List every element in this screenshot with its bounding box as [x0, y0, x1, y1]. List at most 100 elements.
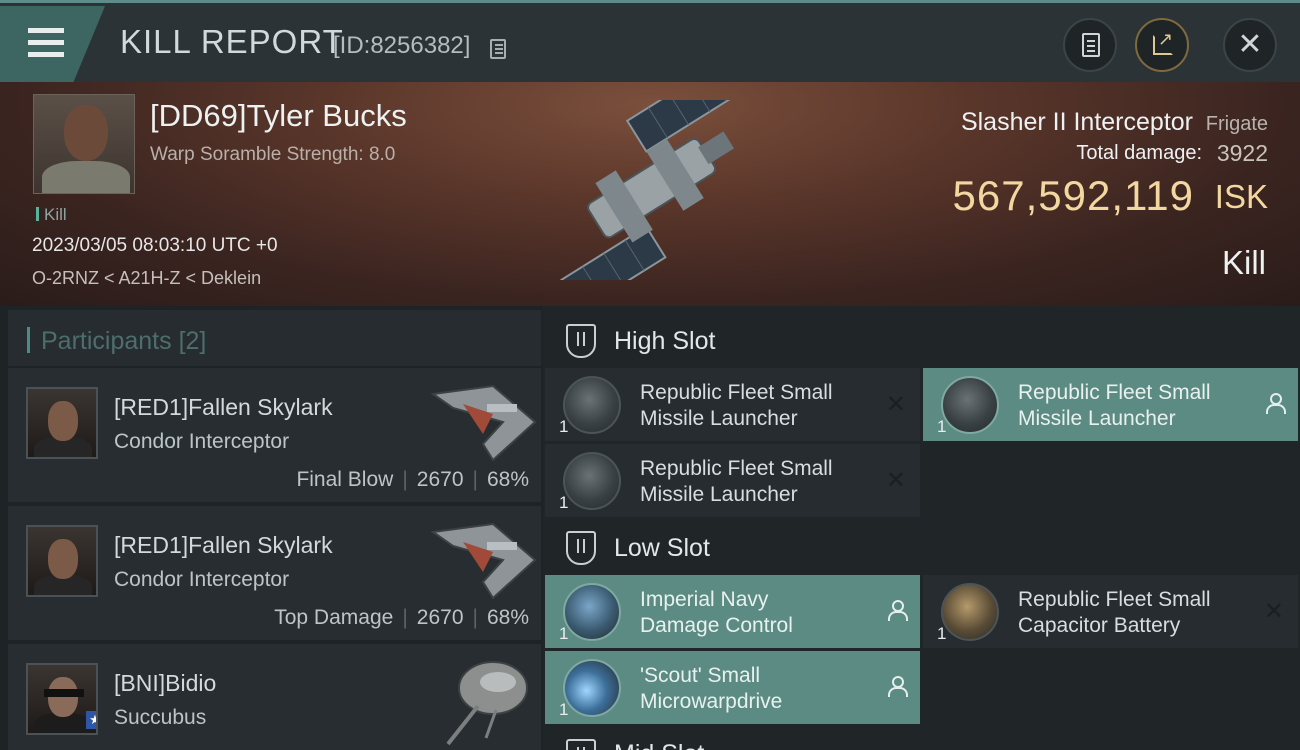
module-item[interactable]: 1 Republic Fleet Small Missile Launcher …	[545, 368, 920, 441]
star-badge-icon: ★	[86, 711, 96, 729]
module-name-line2: Missile Launcher	[640, 407, 798, 430]
participant-percent: 68%	[486, 468, 529, 491]
victim-ship-image[interactable]	[520, 100, 780, 280]
result-label: Kill	[1221, 244, 1266, 281]
participant-name[interactable]: [RED1]Fallen Skylark	[114, 532, 333, 559]
module-name-line1: 'Scout' Small	[640, 664, 761, 687]
module-item[interactable]: 1 Republic Fleet Small Missile Launcher …	[545, 444, 920, 517]
dropped-icon	[1266, 393, 1286, 414]
module-item[interactable]: 1 Republic Fleet Small Missile Launcher	[923, 368, 1298, 441]
missile-launcher-icon	[563, 452, 621, 510]
missile-launcher-icon	[563, 376, 621, 434]
portrait-shoulders	[42, 161, 130, 193]
module-name: 'Scout' Small Microwarpdrive	[640, 663, 870, 715]
avatar-face	[48, 401, 78, 441]
module-name-line2: Missile Launcher	[640, 483, 798, 506]
participant-role: Final Blow	[296, 468, 394, 491]
avatar-face	[48, 677, 78, 717]
participant-ship-image	[446, 661, 528, 746]
victim-portrait[interactable]	[33, 94, 135, 194]
module-qty: 1	[559, 700, 569, 719]
module-name: Republic Fleet Small Capacitor Battery	[1018, 587, 1248, 639]
participants-title-text: Participants	[41, 327, 172, 355]
page-title: KILL REPORT	[120, 23, 344, 60]
participant-ship-image	[430, 522, 537, 600]
module-name-line1: Republic Fleet Small	[1018, 588, 1211, 611]
module-item[interactable]: 1 Republic Fleet Small Capacitor Battery…	[923, 575, 1298, 648]
high-slot-icon	[566, 324, 596, 358]
close-icon: ✕	[1237, 28, 1263, 61]
participant-card[interactable]: [RED1]Fallen Skylark Condor Interceptor …	[8, 368, 541, 502]
close-button[interactable]: ✕	[1223, 18, 1277, 72]
avatar-face	[48, 539, 78, 579]
participant-damage: 2670	[416, 468, 464, 491]
mid-slot-label: Mid Slot	[614, 740, 704, 750]
module-name-line1: Republic Fleet Small	[640, 457, 833, 480]
victim-ship-name[interactable]: Slasher II Interceptor	[961, 108, 1193, 137]
destroyed-icon: ✕	[885, 391, 906, 418]
participants-title: Participants [2]	[26, 327, 207, 356]
stat-separator: |	[472, 468, 478, 491]
missile-launcher-icon	[941, 376, 999, 434]
participant-card[interactable]: [RED1]Fallen Skylark Condor Interceptor …	[8, 506, 541, 640]
high-slot-header: High Slot	[560, 320, 860, 360]
avatar[interactable]	[26, 387, 98, 459]
participants-count: [2]	[178, 327, 207, 355]
module-item[interactable]: 1 Imperial Navy Damage Control	[545, 575, 920, 648]
module-name: Republic Fleet Small Missile Launcher	[640, 456, 870, 508]
damage-control-icon	[563, 583, 621, 641]
dropped-icon	[888, 600, 908, 621]
clipboard-button[interactable]	[1063, 18, 1117, 72]
menu-icon-bar	[28, 52, 64, 57]
module-name: Republic Fleet Small Missile Launcher	[640, 380, 870, 432]
participant-ship: Succubus	[114, 706, 207, 729]
top-bar: KILL REPORT [ID:8256382] ✕	[0, 0, 1300, 82]
kill-location[interactable]: O-2RNZ < A21H-Z < Deklein	[32, 268, 261, 289]
microwarpdrive-icon	[563, 659, 621, 717]
kill-tag: Kill	[36, 205, 67, 225]
module-qty: 1	[559, 417, 569, 436]
low-slot-header: Low Slot	[560, 527, 860, 567]
high-slot-label: High Slot	[614, 327, 716, 355]
mid-slot-icon	[566, 739, 596, 750]
participant-ship-image	[430, 384, 537, 462]
stat-separator: |	[402, 468, 408, 491]
dropped-icon	[888, 676, 908, 697]
module-name-line2: Missile Launcher	[1018, 407, 1176, 430]
capacitor-battery-icon	[941, 583, 999, 641]
participant-ship: Condor Interceptor	[114, 430, 290, 453]
module-name-line2: Microwarpdrive	[640, 690, 783, 713]
destroyed-icon: ✕	[885, 467, 906, 494]
module-name-line1: Republic Fleet Small	[1018, 381, 1211, 404]
avatar[interactable]	[26, 525, 98, 597]
victim-ship-class: Frigate	[1205, 113, 1268, 135]
module-name-line2: Damage Control	[640, 614, 793, 637]
stat-separator: |	[402, 606, 408, 629]
participant-card[interactable]: ★ [BNI]Bidio Succubus	[8, 644, 541, 750]
report-id: [ID:8256382]	[333, 32, 471, 59]
module-name-line1: Imperial Navy	[640, 588, 769, 611]
module-qty: 1	[559, 624, 569, 643]
kill-datetime: 2023/03/05 08:03:10 UTC +0	[32, 235, 278, 256]
copy-id-icon[interactable]	[490, 39, 506, 59]
participant-percent: 68%	[486, 606, 529, 629]
menu-button[interactable]	[0, 6, 105, 82]
participant-name[interactable]: [RED1]Fallen Skylark	[114, 394, 333, 421]
participant-name[interactable]: [BNI]Bidio	[114, 670, 216, 697]
participant-stats: Final Blow | 2670 | 68%	[296, 468, 529, 492]
isk-value: 567,592,119	[952, 172, 1194, 219]
module-item[interactable]: 1 'Scout' Small Microwarpdrive	[545, 651, 920, 724]
clipboard-icon	[1082, 33, 1100, 57]
total-damage-value: 3922	[1216, 140, 1268, 166]
victim-name[interactable]: [DD69]Tyler Bucks	[150, 98, 407, 134]
share-button[interactable]	[1135, 18, 1189, 72]
low-slot-label: Low Slot	[614, 534, 710, 562]
module-name-line1: Republic Fleet Small	[640, 381, 833, 404]
menu-icon	[28, 28, 64, 33]
module-name: Republic Fleet Small Missile Launcher	[1018, 380, 1248, 432]
participant-ship: Condor Interceptor	[114, 568, 290, 591]
module-qty: 1	[937, 624, 947, 643]
avatar[interactable]: ★	[26, 663, 98, 735]
module-name-line2: Capacitor Battery	[1018, 614, 1181, 637]
isk-label: ISK	[1214, 178, 1268, 215]
